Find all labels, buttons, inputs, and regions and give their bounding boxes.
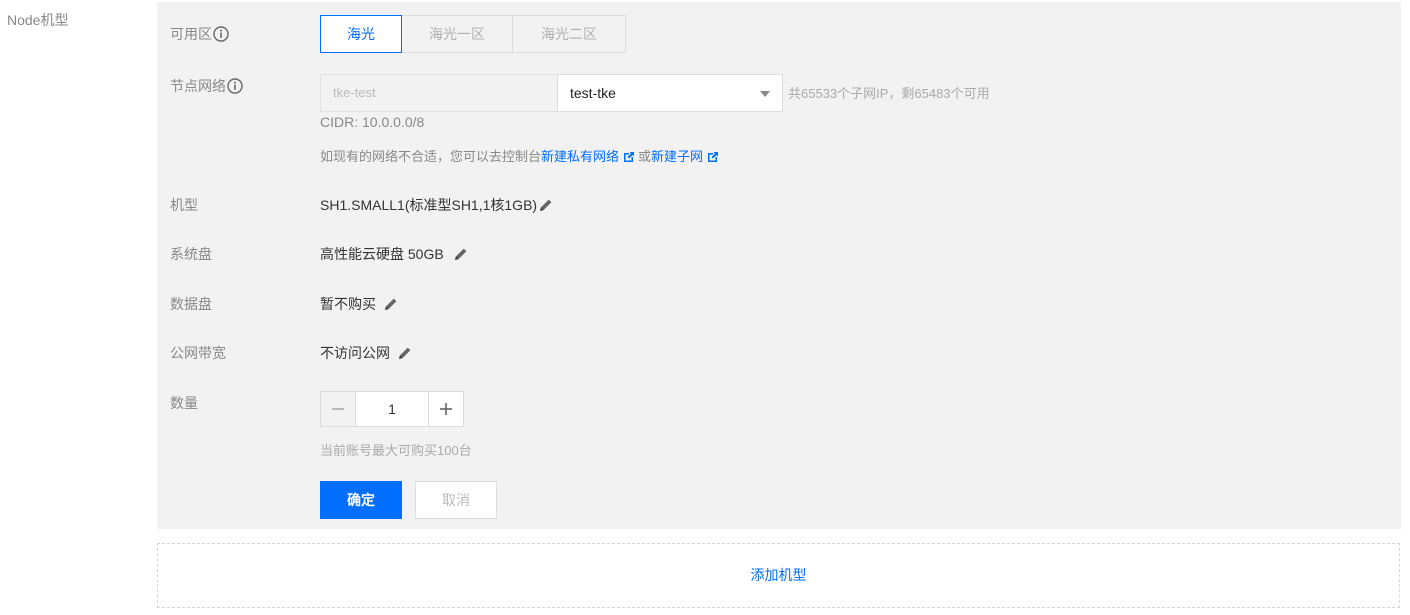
subnet-select[interactable]: test-tke bbox=[557, 74, 783, 112]
bandwidth-value: 不访问公网 bbox=[320, 345, 390, 361]
pencil-icon[interactable] bbox=[454, 247, 468, 261]
machine-label: 机型 bbox=[170, 197, 198, 213]
zone-label: 可用区 bbox=[170, 24, 229, 44]
decrement-button[interactable] bbox=[321, 392, 355, 426]
system-disk-value: 高性能云硬盘 50GB bbox=[320, 246, 444, 262]
pencil-icon[interactable] bbox=[398, 346, 412, 360]
info-icon[interactable] bbox=[213, 26, 229, 42]
create-vpc-link[interactable]: 新建私有网络 bbox=[541, 149, 619, 164]
external-link-icon[interactable] bbox=[623, 151, 635, 163]
data-disk-label: 数据盘 bbox=[170, 296, 212, 312]
zone-label-text: 可用区 bbox=[170, 26, 212, 42]
network-label: 节点网络 bbox=[170, 76, 243, 96]
caret-down-icon bbox=[760, 91, 770, 97]
hint-prefix: 如现有的网络不合适，您可以去控制台 bbox=[320, 149, 542, 164]
add-machine-type-button[interactable]: 添加机型 bbox=[157, 543, 1400, 608]
purchase-limit-note: 当前账号最大可购买100台 bbox=[320, 443, 472, 458]
pencil-icon[interactable] bbox=[539, 198, 553, 212]
vpc-field: tke-test bbox=[320, 74, 558, 112]
data-disk-value-row: 暂不购买 bbox=[320, 294, 398, 314]
system-disk-value-row: 高性能云硬盘 50GB bbox=[320, 244, 468, 264]
bandwidth-value-row: 不访问公网 bbox=[320, 343, 412, 363]
minus-icon bbox=[332, 408, 344, 410]
pencil-icon[interactable] bbox=[384, 297, 398, 311]
quantity-label: 数量 bbox=[170, 395, 198, 411]
quantity-input[interactable]: 1 bbox=[355, 392, 429, 426]
machine-value: SH1.SMALL1(标准型SH1,1核1GB) bbox=[320, 197, 538, 213]
cancel-button[interactable]: 取消 bbox=[415, 481, 497, 519]
node-type-label: Node机型 bbox=[7, 12, 69, 28]
info-icon[interactable] bbox=[227, 78, 243, 94]
zone-option-haiguang-1[interactable]: 海光一区 bbox=[401, 15, 513, 53]
network-hint: 如现有的网络不合适，您可以去控制台新建私有网络 或新建子网 bbox=[320, 146, 722, 165]
subnet-select-value: test-tke bbox=[570, 85, 616, 101]
node-config-panel: 可用区 海光 海光一区 海光二区 节点网络 tke-test test-tke … bbox=[157, 2, 1401, 529]
data-disk-value: 暂不购买 bbox=[320, 296, 376, 312]
machine-value-row: SH1.SMALL1(标准型SH1,1核1GB) bbox=[320, 195, 553, 215]
network-label-text: 节点网络 bbox=[170, 78, 226, 94]
external-link-icon[interactable] bbox=[707, 151, 719, 163]
quantity-stepper: 1 bbox=[320, 391, 464, 427]
hint-or: 或 bbox=[638, 149, 652, 164]
confirm-button[interactable]: 确定 bbox=[320, 481, 402, 519]
increment-button[interactable] bbox=[429, 392, 463, 426]
subnet-ip-note: 共65533个子网IP，剩65483个可用 bbox=[788, 86, 990, 101]
plus-icon bbox=[440, 403, 452, 415]
zone-option-haiguang-2[interactable]: 海光二区 bbox=[512, 15, 626, 53]
zone-option-haiguang[interactable]: 海光 bbox=[320, 15, 402, 53]
system-disk-label: 系统盘 bbox=[170, 246, 212, 262]
cidr-text: CIDR: 10.0.0.0/8 bbox=[320, 114, 425, 130]
create-subnet-link[interactable]: 新建子网 bbox=[651, 149, 703, 164]
zone-selector: 海光 海光一区 海光二区 bbox=[320, 15, 626, 53]
bandwidth-label: 公网带宽 bbox=[170, 345, 226, 361]
